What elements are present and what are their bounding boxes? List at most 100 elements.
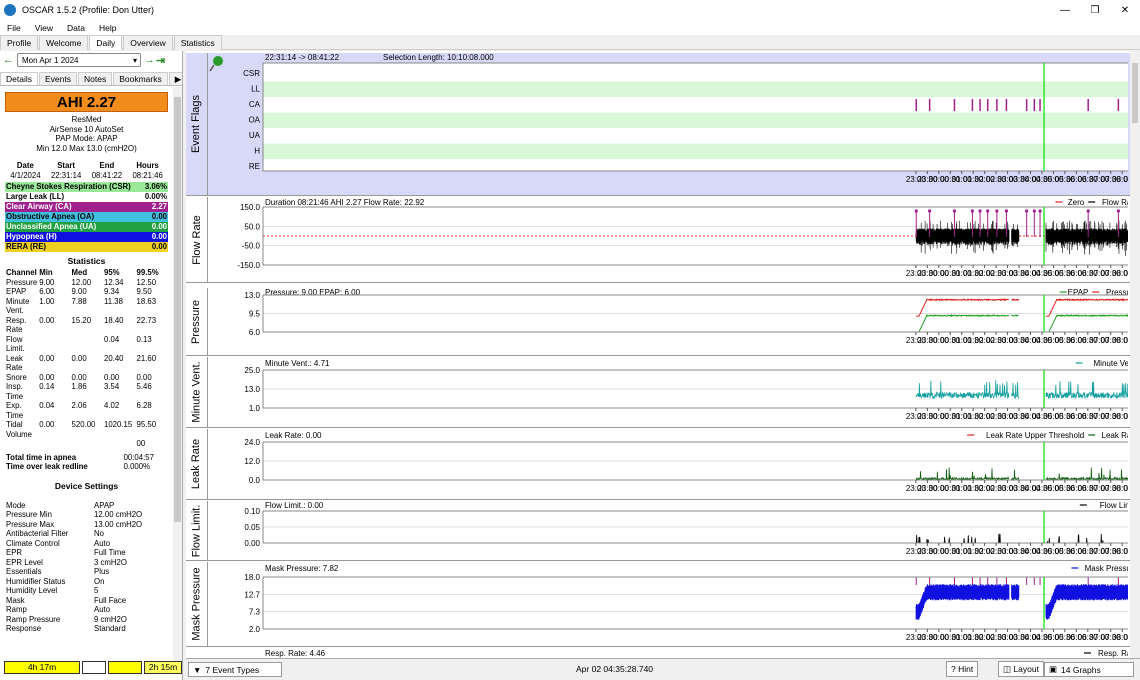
graph-flow: Flow Rate 150.0 50.0 -50.0 -150.0 Duration 08… [186, 197, 1130, 283]
stat-cell: 0.00 [39, 372, 55, 382]
tab-events[interactable]: Events [38, 72, 77, 85]
device-setting-label: Humidity Level [6, 586, 58, 595]
minimize-icon[interactable]: — [1050, 0, 1080, 20]
stat-header: 99.5% [136, 268, 159, 277]
apnea-summary: Total time in apnea 00:04:57 Time over le… [5, 453, 168, 472]
stat-cell: 6.28 [136, 401, 152, 410]
graph-canvas[interactable]: 13.0 9.5 6.0 Pressure: 9.00 EPAP: 6.00 Press… [208, 288, 1128, 356]
next-day-icon[interactable]: → [144, 54, 155, 66]
device-setting-value: 5 [94, 586, 99, 595]
date-picker[interactable]: Mon Apr 1 2024 ▾ [17, 53, 141, 67]
stat-cell [38, 335, 70, 354]
hint-button[interactable]: ? Hint [946, 661, 979, 677]
y-tick-label: 24.0 [244, 438, 260, 447]
tab-notes[interactable]: Notes [77, 72, 113, 85]
graph-canvas[interactable]: 24.0 12.0 0.0 Leak Rate: 0.00 Leak Rate Leak … [208, 429, 1128, 500]
scroll-thumb[interactable] [174, 97, 181, 522]
graph-header: Pressure: 9.00 EPAP: 6.00 [265, 288, 361, 297]
prev-day-icon[interactable]: ← [3, 54, 14, 66]
tab-details[interactable]: Details [0, 72, 38, 85]
stat-cell: 0.13 [136, 334, 152, 344]
session-value: 08:41:22 [91, 170, 123, 180]
device-setting-value: 12.00 cmH2O [94, 510, 143, 519]
graph-canvas[interactable]: 25.0 13.0 1.0 Minute Vent.: 4.71 Minute Vent… [208, 357, 1128, 428]
flag-row-label: LL [251, 85, 260, 94]
tab-statistics[interactable]: Statistics [173, 35, 222, 50]
y-tick-label: 0.00 [244, 539, 260, 548]
device-setting-label: Mask [6, 595, 25, 605]
event-value: 2.27 [151, 202, 167, 211]
menu-data[interactable]: Data [60, 23, 92, 33]
session-table: Date Start End Hours 4/1/2024 22:31:14 0… [5, 161, 168, 180]
x-tick-label: 08:30 [1124, 484, 1128, 493]
close-icon[interactable]: ✕ [1110, 0, 1140, 20]
layout-button[interactable]: ◫ Layout [998, 661, 1044, 677]
event-types-dropdown[interactable]: ▼ 7 Event Types [188, 662, 282, 677]
stat-cell: 12.50 [136, 277, 157, 287]
device-setting-label: Humidifier Status [6, 576, 66, 586]
legend-label: Flow Limit. [1100, 501, 1128, 510]
device-setting-value: APAP [94, 500, 115, 510]
stat-cell: Exp. Time [6, 401, 24, 420]
stat-cell: 0.00 [71, 353, 87, 363]
graph-scroll-thumb[interactable] [1132, 63, 1138, 123]
redline-value: 0.000% [123, 462, 151, 471]
stat-cell: 21.60 [136, 353, 157, 363]
stat-cell: Snore [6, 372, 27, 382]
flag-row-label: RE [249, 162, 260, 171]
graph-area: Event Flags 22:31:14 -> 08:41:22 Selection… [186, 51, 1140, 658]
time-right[interactable]: 2h 15m [144, 660, 182, 674]
stat-cell: 15.20 [71, 315, 92, 325]
last-day-icon[interactable]: ⇥ [155, 54, 166, 67]
graph-canvas[interactable]: Resp. Rate: 4.46 Resp. Rate [208, 648, 1128, 658]
cursor-time: Apr 02 04:35:28.740 [576, 664, 654, 674]
graph-label: Flow Limit. [186, 501, 208, 560]
graph-scrollbar[interactable] [1130, 51, 1140, 658]
stat-cell: 4.02 [103, 401, 120, 410]
flag-row-label: UA [249, 131, 261, 140]
device-row: Mask Full Face [5, 596, 168, 606]
tab-overview[interactable]: Overview [123, 35, 173, 50]
chevron-down-icon: ▾ [132, 55, 137, 65]
graph-canvas[interactable]: 22:31:14 -> 08:41:22 Selection Length: 10… [208, 53, 1128, 196]
stat-cell: 5.46 [136, 382, 152, 391]
maximize-icon[interactable]: ❐ [1080, 0, 1110, 20]
graph-canvas[interactable]: 0.10 0.05 0.00 Flow Limit.: 0.00 Flow Limit.… [208, 501, 1128, 561]
stat-header: 95% [103, 268, 120, 277]
menu-view[interactable]: View [28, 23, 60, 33]
time-mid[interactable] [108, 660, 142, 674]
tab-welcome[interactable]: Welcome [39, 35, 89, 50]
tab-scroll-right-icon[interactable]: ▶ [168, 72, 182, 85]
graph-label-text: Leak Rate [190, 438, 203, 490]
graph-canvas[interactable]: 18.0 12.7 7.3 2.0 Mask Pressure: 7.82 Mask Pr… [208, 562, 1128, 647]
pin-icon[interactable] [209, 56, 223, 72]
tab-bookmarks[interactable]: Bookmarks [113, 72, 168, 85]
event-row: RERA (RE) 0.00 [5, 242, 168, 252]
tab-daily[interactable]: Daily [89, 35, 123, 50]
event-label: Large Leak (LL) [6, 192, 65, 201]
stat-row: Exp. Time 0.04 2.06 4.02 6.28 [5, 401, 168, 420]
stat-cell: 0.00 [136, 372, 152, 382]
tab-profile[interactable]: Profile [0, 35, 39, 50]
graph-canvas[interactable]: 150.0 50.0 -50.0 -150.0 Duration 08:21:46 AH… [208, 197, 1128, 283]
selection-length: Selection Length: 10:10:08.000 [383, 53, 494, 62]
y-tick-label: 50.0 [244, 222, 260, 231]
graphs-dropdown[interactable]: ▣ 14 Graphs [1044, 662, 1134, 677]
device-setting-value: Standard [94, 624, 126, 633]
detail-tabs: Details Events Notes Bookmarks ▶ [0, 72, 182, 86]
menu-file[interactable]: File [0, 23, 28, 33]
graph-header: Leak Rate: 0.00 [265, 431, 322, 440]
stat-cell: 0.00 [71, 372, 87, 382]
device-row: Essentials Plus [5, 567, 168, 577]
event-row: Unclassified Apnea (UA) 0.00 [5, 222, 168, 232]
y-tick-label: 13.0 [244, 291, 260, 300]
time-left[interactable]: 4h 17m [4, 660, 80, 674]
device-setting-label: Antibacterial Filter [6, 529, 69, 538]
y-tick-label: 13.0 [244, 385, 260, 394]
stat-cell: Flow Limit. [6, 334, 25, 354]
menu-help[interactable]: Help [92, 23, 123, 33]
stat-cell: 0.04 [39, 401, 55, 410]
graph-label: Leak Rate [186, 429, 208, 499]
left-scrollbar[interactable] [173, 87, 182, 662]
stat-cell: 0.00 [39, 353, 55, 363]
